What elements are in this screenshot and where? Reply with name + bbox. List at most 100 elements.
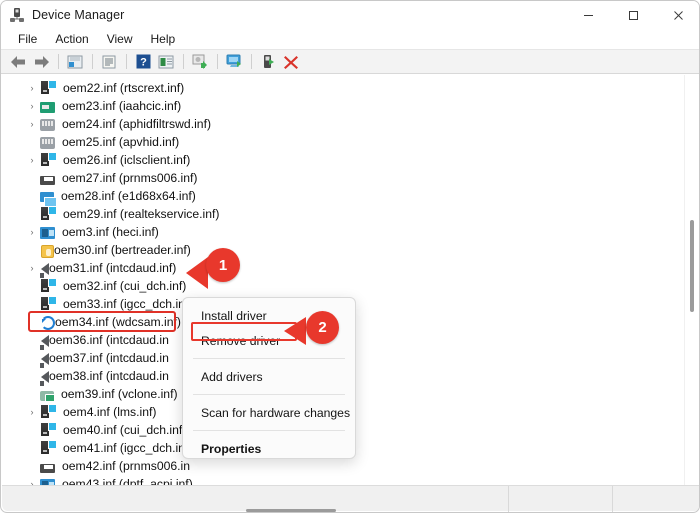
horizontal-scrollbar-thumb[interactable] [246,509,336,512]
hid-icon [40,119,55,131]
tree-row[interactable]: oem27.inf (prnms006.inf) [2,169,686,187]
tree-indent-spacer [24,187,40,205]
menu-item-help[interactable]: Help [142,30,185,48]
tree-row-label: oem29.inf (realtekservice.inf) [63,207,220,221]
tree-row[interactable]: oem30.inf (bertreader.inf) [2,241,686,259]
tree-row-label: oem28.inf (e1d68x64.inf) [61,189,196,203]
chevron-right-icon[interactable]: › [24,151,40,169]
properties-icon[interactable] [98,51,120,72]
toolbar-separator [251,54,252,69]
tree-row[interactable]: oem32.inf (cui_dch.inf) [2,277,686,295]
tree-row[interactable]: oem29.inf (realtekservice.inf) [2,205,686,223]
status-bar-divider [612,486,613,512]
context-menu-item[interactable]: Add drivers [183,364,355,389]
tree-row[interactable]: › oem23.inf (iaahcic.inf) [2,97,686,115]
maximize-button[interactable] [611,1,656,29]
audio-icon [40,263,49,278]
context-menu-item[interactable]: Properties [183,436,355,461]
context-menu-item-label: Add drivers [201,369,263,384]
annotation-arrow-2 [284,317,306,345]
close-button[interactable] [656,1,699,29]
tree-row-label: oem30.inf (bertreader.inf) [54,243,191,257]
scan-hardware-changes-icon[interactable] [189,51,211,72]
menu-item-action[interactable]: Action [46,30,97,48]
monitor-icon [40,192,57,207]
annotation-badge-1: 1 [206,248,240,282]
device-icon [40,296,56,312]
context-menu-separator [193,394,345,395]
device-manager-window: Device Manager File Action View Help ? ›… [0,0,700,513]
printer-icon [40,175,55,185]
chevron-right-icon[interactable]: › [24,223,40,241]
status-bar [2,485,699,512]
tree-row[interactable]: › oem26.inf (iclsclient.inf) [2,151,686,169]
uninstall-device-icon[interactable] [280,51,302,72]
annotation-badge-2: 2 [306,311,339,344]
tree-indent-spacer [24,367,40,385]
tree-indent-spacer [24,205,40,223]
enable-device-icon[interactable] [257,51,279,72]
tree-row-label: oem23.inf (iaahcic.inf) [62,99,182,113]
context-menu-item[interactable]: Scan for hardware changes [183,400,355,425]
tree-row-label: oem24.inf (aphidfiltrswd.inf) [62,117,212,131]
device-icon [40,206,56,222]
tree-indent-spacer [24,277,40,295]
chevron-right-icon[interactable]: › [24,79,40,97]
system-icon [40,227,55,239]
tree-row-label: oem39.inf (vclone.inf) [61,387,178,401]
tree-row-label: oem38.inf (intcdaud.in [49,369,169,383]
tree-indent-spacer [24,421,40,439]
tree-row-label: oem37.inf (intcdaud.in [49,351,169,365]
menu-item-view[interactable]: View [98,30,142,48]
tree-row[interactable]: › oem31.inf (intcdaud.inf) [2,259,686,278]
context-menu-item-label: Properties [201,441,262,456]
device-icon [40,152,56,168]
chevron-right-icon[interactable]: › [24,115,40,133]
tree-indent-spacer [24,385,40,403]
annotation-arrow-1 [186,257,208,289]
tree-row-label: oem27.inf (prnms006.inf) [62,171,198,185]
vertical-scrollbar[interactable] [684,75,698,487]
show-hide-tree-icon[interactable] [64,51,86,72]
refresh-icon [41,315,55,330]
toolbar-separator [92,54,93,69]
tree-indent-spacer [24,439,40,457]
tree-row[interactable]: › oem22.inf (rtscrext.inf) [2,79,686,97]
tree-row[interactable]: oem25.inf (apvhid.inf) [2,133,686,151]
menu-item-file[interactable]: File [9,30,46,48]
tree-row[interactable]: › oem24.inf (aphidfiltrswd.inf) [2,115,686,133]
back-icon[interactable] [7,51,29,72]
display-devices-icon[interactable] [223,51,245,72]
tree-row[interactable]: oem28.inf (e1d68x64.inf) [2,187,686,207]
context-menu-separator [193,358,345,359]
minimize-button[interactable] [566,1,611,29]
tree-row-label: oem4.inf (lms.inf) [63,405,157,419]
tree-row-label: oem25.inf (apvhid.inf) [62,135,180,149]
device-manager-icon [8,6,26,24]
tree-indent-spacer [24,295,40,313]
tree-indent-spacer [24,133,40,151]
chevron-right-icon[interactable]: › [24,403,40,421]
update-driver-icon[interactable] [155,51,177,72]
audio-icon [40,335,49,350]
toolbar-separator [58,54,59,69]
menu-bar: File Action View Help [1,29,699,50]
context-menu-item-label: Install driver [201,308,267,323]
chevron-right-icon[interactable]: › [24,97,40,115]
tree-row[interactable]: › oem3.inf (heci.inf) [2,223,686,241]
help-icon[interactable]: ? [132,51,154,72]
tree-indent-spacer [24,349,40,367]
toolbar: ? [1,50,699,74]
tree-row-label: oem42.inf (prnms006.in [62,459,191,473]
forward-icon[interactable] [30,51,52,72]
context-menu-item-label: Scan for hardware changes [201,405,351,420]
chevron-right-icon[interactable]: › [24,259,40,277]
context-menu-separator [193,430,345,431]
audio-icon [40,353,49,368]
printer-icon [40,463,55,473]
device-icon [40,440,56,456]
window-controls [566,1,699,29]
tree-indent-spacer [24,241,40,259]
vertical-scrollbar-thumb[interactable] [690,220,694,312]
device-icon [40,422,56,438]
